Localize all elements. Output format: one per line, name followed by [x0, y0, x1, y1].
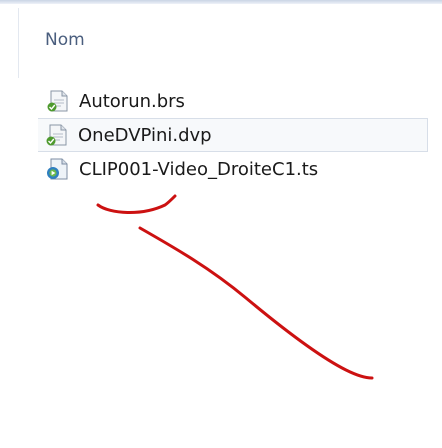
file-list: Autorun.brs OneDVPini.dvp CLIP001-Video_… [38, 84, 438, 186]
script-file-icon [46, 124, 67, 146]
file-row-clip001[interactable]: CLIP001-Video_DroiteC1.ts [38, 152, 428, 186]
file-name: Autorun.brs [79, 90, 185, 112]
column-header-label: Nom [45, 30, 85, 50]
underline-stroke [96, 194, 177, 214]
arrow-stroke [138, 226, 374, 380]
file-name: OneDVPini.dvp [78, 124, 212, 146]
media-file-icon [47, 158, 68, 180]
file-name: CLIP001-Video_DroiteC1.ts [79, 158, 319, 180]
window-top-border [0, 0, 442, 4]
file-row-onedvpini[interactable]: OneDVPini.dvp [38, 118, 428, 152]
name-column-header[interactable]: Nom [18, 8, 442, 78]
file-row-autorun[interactable]: Autorun.brs [38, 84, 428, 118]
script-file-icon [47, 90, 68, 112]
